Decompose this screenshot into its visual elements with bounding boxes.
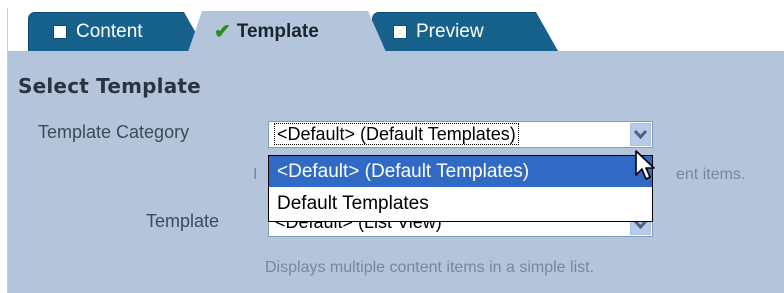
tab-content-label: Content [76,21,143,42]
tab-template[interactable]: ✔ Template [188,11,386,52]
tab-template-label: Template [236,20,319,42]
square-icon [53,25,67,39]
tab-preview-label: Preview [416,21,484,42]
dropdown-option[interactable]: Default Templates [269,187,652,221]
template-category-label: Template Category [38,122,190,142]
help-fragment: I [253,166,258,183]
check-icon: ✔ [214,21,231,43]
chevron-down-icon[interactable] [630,123,651,146]
template-category-dropdown: <Default> (Default Templates) Default Te… [268,155,653,222]
template-help: Displays multiple content items in a sim… [265,259,595,276]
template-category-value: <Default> (Default Templates) [274,123,519,145]
square-icon [393,25,407,39]
dropdown-option[interactable]: <Default> (Default Templates) [269,156,652,187]
tab-content[interactable]: Content [28,12,206,51]
section-title: Select Template [18,74,201,98]
template-label: Template [146,211,220,231]
cursor-icon [634,149,656,186]
template-category-select[interactable]: <Default> (Default Templates) [268,121,653,148]
template-category-help: ent items. [676,166,746,183]
tab-preview[interactable]: Preview [372,12,558,51]
